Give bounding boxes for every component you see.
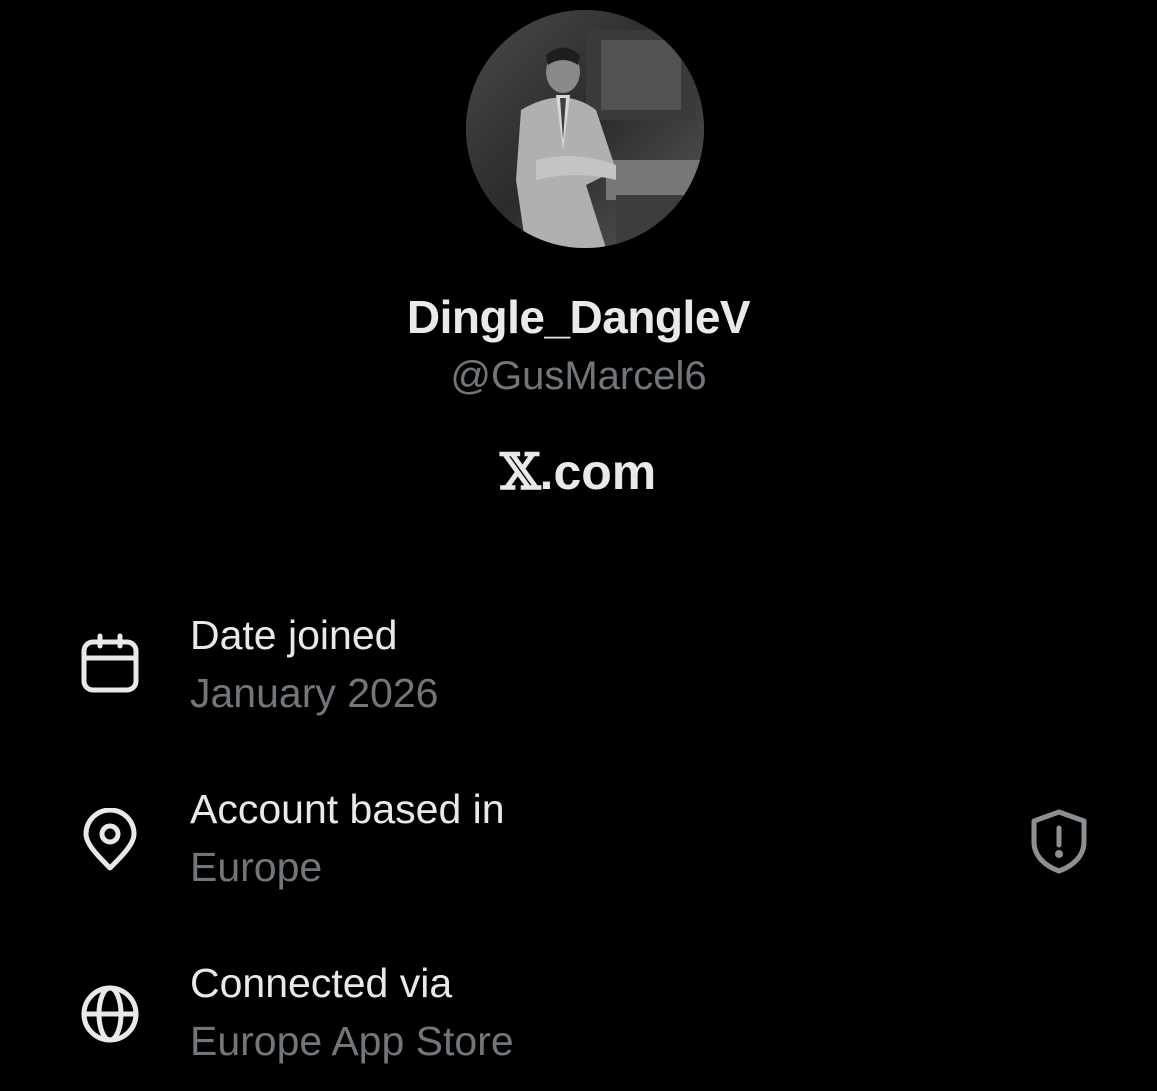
globe-icon <box>78 982 142 1046</box>
user-handle: @GusMarcel6 <box>450 354 707 398</box>
date-joined-label: Date joined <box>190 612 398 658</box>
avatar[interactable] <box>466 10 704 248</box>
connected-via-value: Europe App Store <box>190 1018 514 1064</box>
display-name: Dingle_DangleV <box>406 291 751 343</box>
date-joined-row: Date joined January 2026 <box>0 612 1157 722</box>
x-logo: 𝕏 <box>499 442 541 501</box>
account-based-in-label: Account based in <box>190 786 505 832</box>
date-joined-value: January 2026 <box>190 670 439 716</box>
shield-alert-icon[interactable] <box>1028 808 1090 874</box>
site-domain: .com <box>539 444 657 500</box>
avatar-photo <box>466 10 704 248</box>
location-pin-icon <box>78 808 142 872</box>
account-based-in-row: Account based in Europe <box>0 786 1157 896</box>
calendar-icon <box>78 632 142 696</box>
account-based-in-value: Europe <box>190 844 323 890</box>
connected-via-label: Connected via <box>190 960 453 1006</box>
x-com-link[interactable]: 𝕏.com <box>0 442 1157 501</box>
connected-via-row: Connected via Europe App Store <box>0 960 1157 1070</box>
